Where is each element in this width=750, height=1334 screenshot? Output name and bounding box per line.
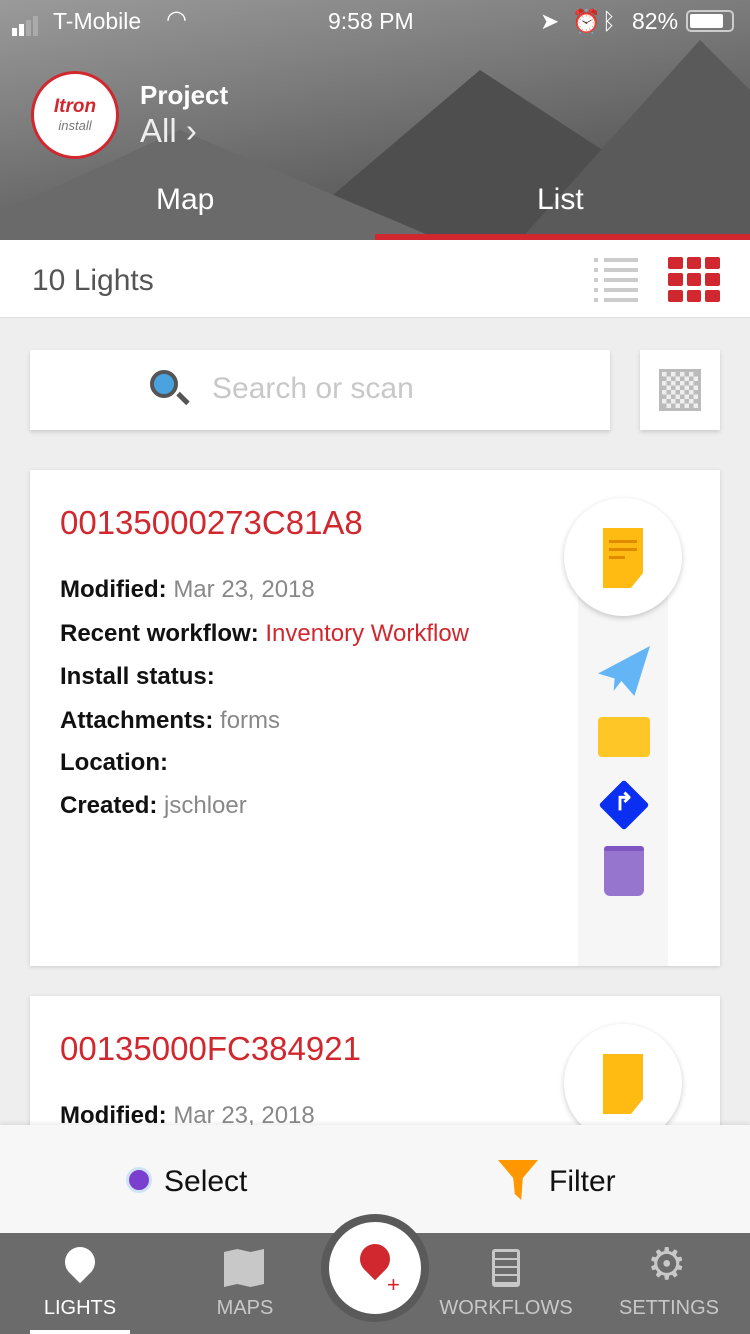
clock: 9:58 PM [328, 8, 414, 34]
note-icon [603, 528, 643, 588]
gear-icon: ⚙ [647, 1240, 687, 1289]
battery-percent: 82% [632, 8, 679, 34]
search-icon-handle [176, 391, 190, 406]
filter-icon[interactable] [498, 1160, 538, 1200]
qr-code-icon [659, 369, 701, 411]
search-placeholder: Search or scan [212, 372, 414, 405]
project-selector[interactable]: All › [140, 112, 197, 150]
select-button[interactable]: Select [164, 1165, 247, 1199]
active-tab-indicator [30, 1330, 130, 1334]
directions-arrow: ↱ [614, 789, 635, 816]
map-icon [224, 1249, 264, 1287]
wifi-icon: ◠ [166, 6, 187, 33]
filter-button[interactable]: Filter [549, 1165, 616, 1199]
tab-workflows[interactable]: WORKFLOWS [436, 1233, 576, 1334]
field-modified: Modified: Mar 23, 2018 [60, 576, 315, 603]
select-radio-icon[interactable] [126, 1167, 152, 1193]
note-icon [603, 1054, 643, 1114]
location-icon: ➤ [540, 8, 560, 34]
qr-scan-button[interactable] [640, 350, 720, 430]
list-subheader: 10 Lights [0, 240, 750, 318]
plus-icon: + [387, 1272, 400, 1297]
field-recent-workflow: Recent workflow: Inventory Workflow [60, 620, 469, 647]
trash-icon[interactable] [604, 846, 644, 896]
tab-map[interactable]: Map [156, 183, 214, 217]
tab-maps[interactable]: MAPS [195, 1233, 295, 1334]
light-id[interactable]: 00135000273C81A8 [60, 504, 363, 542]
field-install-status: Install status: [60, 663, 215, 690]
project-value: All [140, 112, 177, 149]
signal-icon [12, 16, 38, 41]
bluetooth-icon: ᛒ [602, 8, 616, 34]
alarm-icon: ⏰ [572, 8, 601, 34]
project-label: Project [140, 80, 229, 110]
search-icon [150, 370, 178, 398]
note-button[interactable] [564, 498, 682, 616]
grid-view-icon[interactable] [668, 257, 720, 302]
light-card[interactable]: 00135000273C81A8 Modified: Mar 23, 2018 … [30, 470, 720, 966]
header: T-Mobile ◠ 9:58 PM ➤ ⏰ ᛒ 82% Itron insta… [0, 0, 750, 240]
chevron-right-icon: › [185, 112, 197, 149]
field-attachments: Attachments: forms [60, 707, 281, 734]
tab-lights[interactable]: LIGHTS [30, 1233, 130, 1334]
clipboard-icon [492, 1249, 520, 1287]
tab-settings[interactable]: ⚙ SETTINGS [614, 1233, 724, 1334]
carrier: T-Mobile [53, 8, 142, 34]
tab-list[interactable]: List [537, 183, 584, 217]
add-light-button[interactable]: + [321, 1214, 429, 1322]
search-input[interactable]: Search or scan [30, 350, 610, 430]
light-id[interactable]: 00135000FC384921 [60, 1030, 361, 1068]
folder-icon[interactable] [598, 717, 650, 757]
list-view-icon[interactable] [594, 258, 638, 302]
field-created: Created: jschloer [60, 792, 247, 819]
logo-subtext: install [58, 118, 92, 133]
field-location: Location: [60, 749, 168, 776]
logo-text: Itron [53, 96, 97, 117]
itron-logo[interactable]: Itron install [31, 71, 119, 159]
lights-count: 10 Lights [32, 264, 154, 297]
battery-icon [686, 10, 734, 32]
map-pin-icon [58, 1240, 102, 1284]
